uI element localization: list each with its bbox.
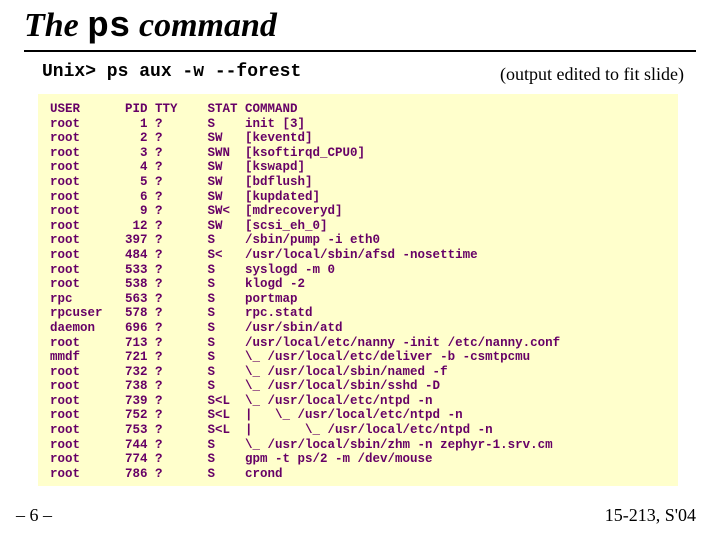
- title-prefix: The: [24, 7, 87, 44]
- terminal-output: USER PID TTY STAT COMMAND root 1 ? S ini…: [38, 94, 678, 486]
- title-cmd: ps: [87, 6, 130, 47]
- ps-output-table: USER PID TTY STAT COMMAND root 1 ? S ini…: [50, 102, 668, 481]
- title-underline: [24, 50, 696, 52]
- slide: The ps command Unix> ps aux -w --forest …: [0, 0, 720, 540]
- edited-note: (output edited to fit slide): [500, 64, 684, 85]
- course-label: 15-213, S'04: [605, 505, 696, 526]
- command-line: Unix> ps aux -w --forest: [42, 62, 301, 82]
- slide-title: The ps command: [24, 6, 277, 47]
- page-number: – 6 –: [16, 505, 52, 526]
- title-suffix: command: [131, 7, 277, 44]
